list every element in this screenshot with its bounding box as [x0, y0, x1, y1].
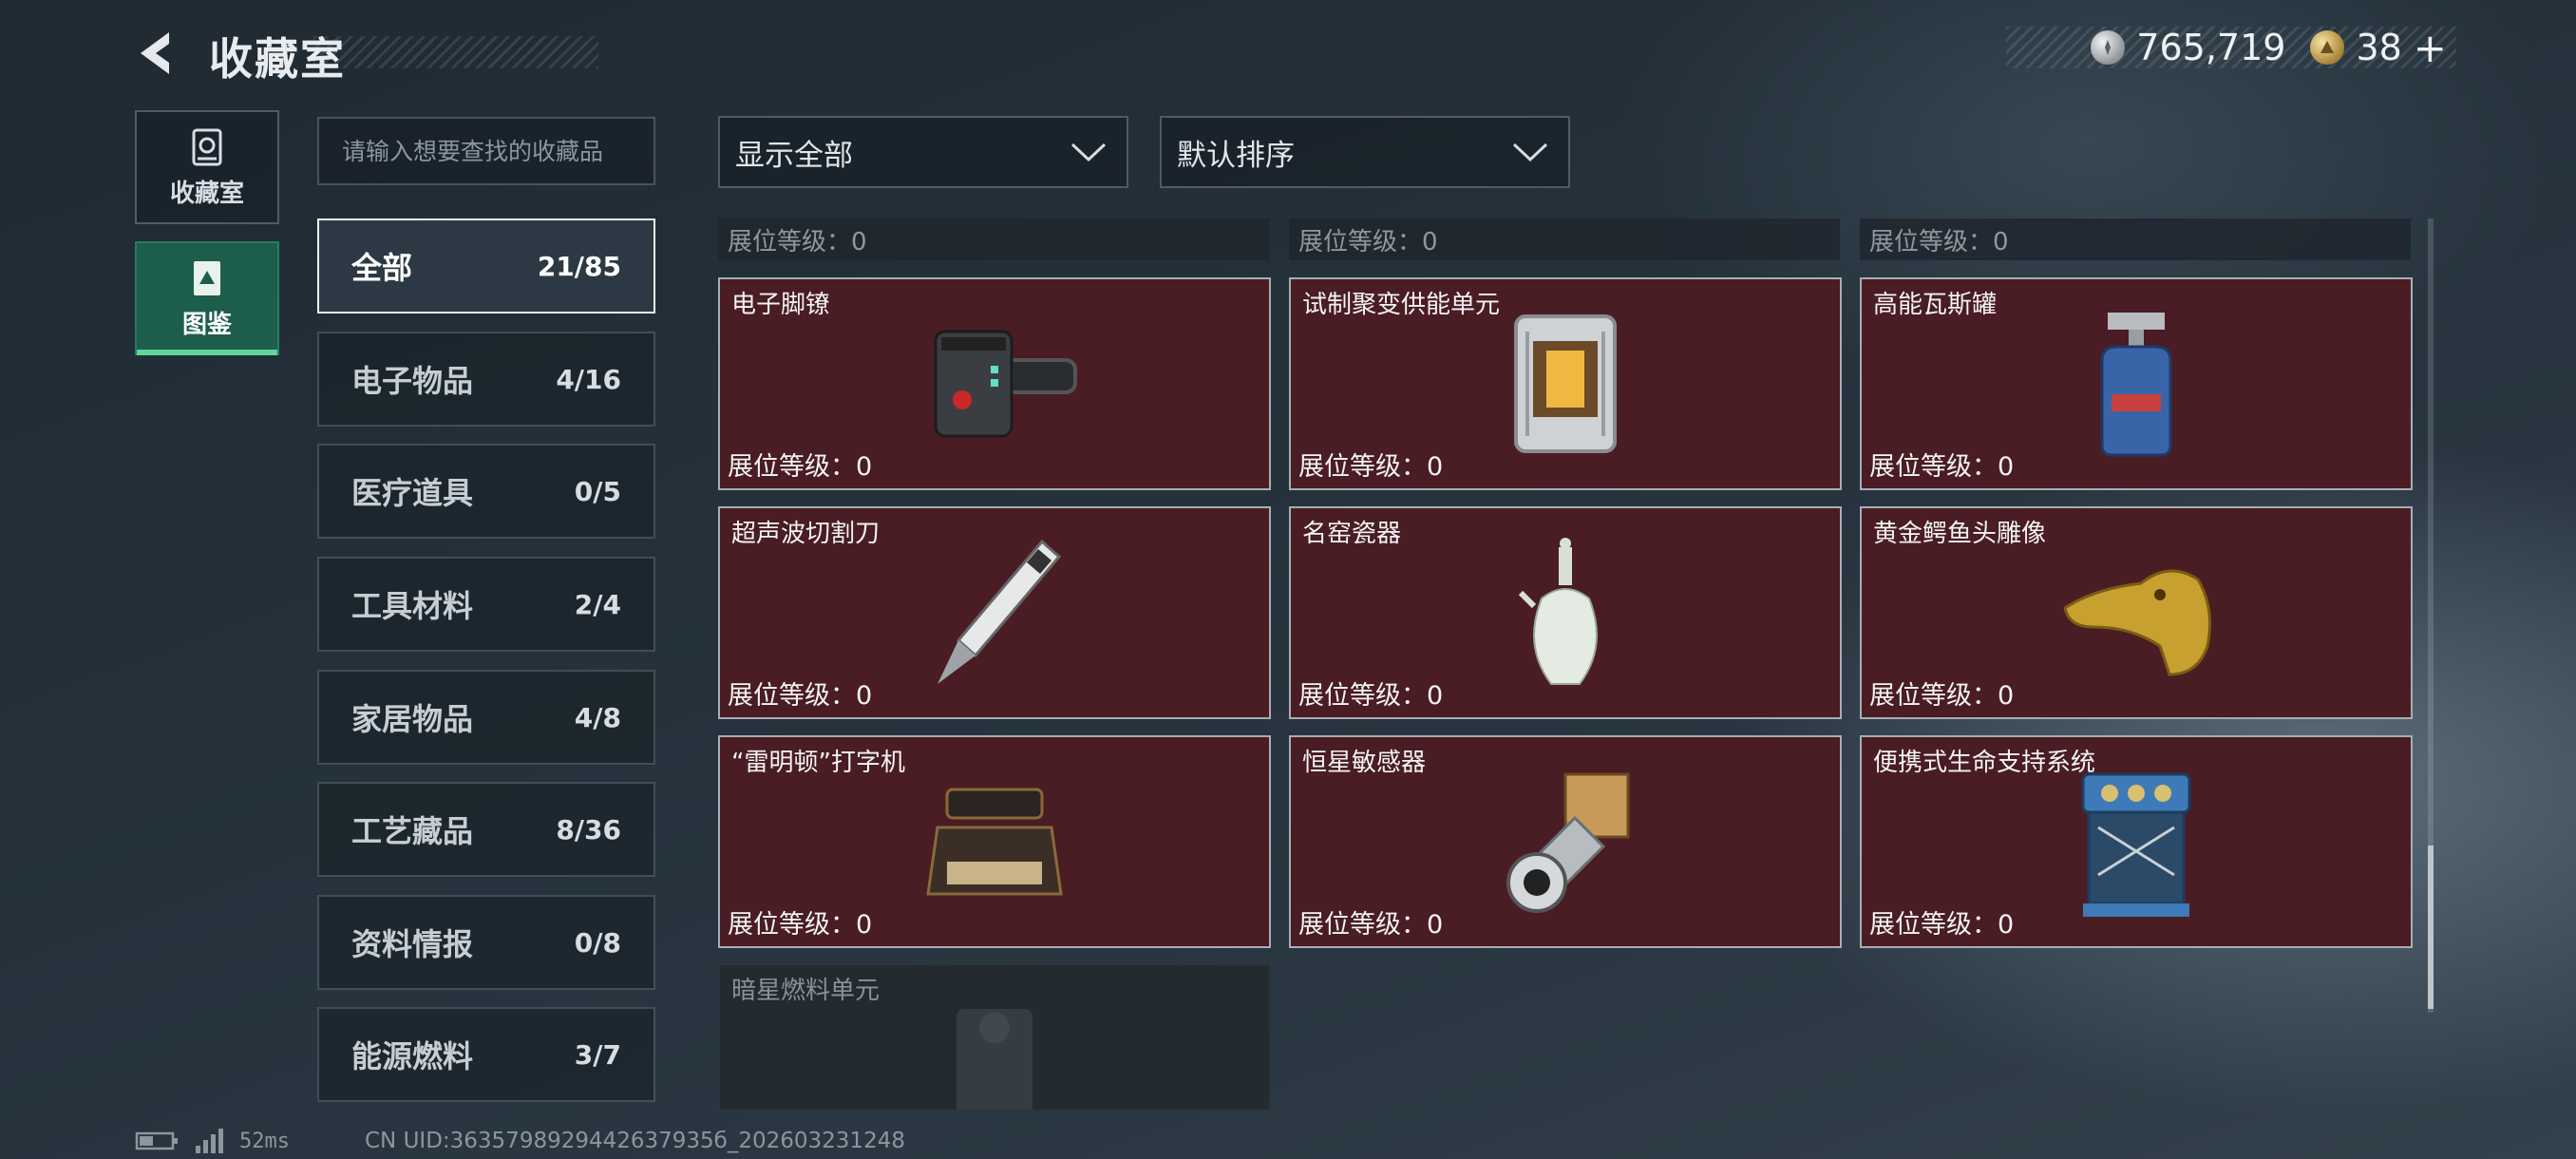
porcelain-vase-icon [1518, 538, 1598, 685]
category-name: 医疗道具 [351, 475, 474, 511]
filter-dropdown-value: 显示全部 [735, 138, 853, 173]
ping-value: 52ms [239, 1129, 290, 1153]
card-level: 展位等级：0 [1869, 910, 2015, 940]
sort-dropdown[interactable]: 默认排序 [1160, 116, 1570, 188]
star-sensor-icon [1506, 772, 1630, 913]
battery-icon [135, 1131, 178, 1150]
category-fuel[interactable]: 能源燃料 3/7 [317, 1007, 655, 1102]
category-count: 0/8 [574, 926, 621, 959]
add-currency-button[interactable]: + [2414, 25, 2447, 71]
card-level: 展位等级：0 [728, 681, 873, 711]
electronic-anklet-icon [934, 330, 1077, 438]
nav-gallery-active-indicator [137, 350, 277, 355]
category-count: 21/85 [537, 250, 621, 282]
collection-card[interactable]: 超声波切割刀 展位等级：0 [718, 506, 1271, 719]
category-name: 能源燃料 [351, 1038, 474, 1074]
status-bar: 52ms [135, 1129, 290, 1153]
card-level: 展位等级：0 [1869, 452, 2015, 482]
category-count: 8/36 [556, 813, 621, 846]
category-household[interactable]: 家居物品 4/8 [317, 670, 655, 765]
signal-icon [196, 1129, 223, 1153]
golden-crocodile-icon [2063, 569, 2211, 676]
nav-collection-room-label: 收藏室 [169, 179, 244, 208]
page-title: 收藏室 [209, 33, 346, 85]
filter-dropdown[interactable]: 显示全部 [718, 116, 1128, 188]
nav-gallery-label: 图鉴 [181, 310, 232, 339]
collection-card[interactable]: 高能瓦斯罐 展位等级：0 [1860, 277, 2413, 490]
collection-card[interactable]: 便携式生命支持系统 展位等级：0 [1860, 735, 2413, 948]
silver-coin-amount: 765,719 [2136, 27, 2286, 68]
card-name: 试制聚变供能单元 [1302, 291, 1501, 319]
category-name: 家居物品 [351, 701, 474, 737]
card-name: 恒星敏感器 [1302, 749, 1427, 777]
collection-card-locked[interactable]: 暗星燃料单元 [718, 963, 1271, 1112]
card-level: 展位等级：0 [1869, 227, 2009, 256]
collection-room-icon [192, 128, 222, 165]
gold-coin-icon [2310, 30, 2345, 65]
card-level: 展位等级：0 [1298, 452, 1444, 482]
silver-coin-icon [2091, 30, 2126, 65]
category-count: 0/5 [574, 475, 621, 507]
card-name: 暗星燃料单元 [731, 977, 881, 1005]
partial-card[interactable]: 展位等级：0 [718, 218, 1269, 260]
card-level: 展位等级：0 [728, 227, 867, 256]
collection-card[interactable]: 黄金鳄鱼头雕像 展位等级：0 [1860, 506, 2413, 719]
card-name: 名窑瓷器 [1302, 520, 1402, 548]
title-decoration [313, 36, 598, 68]
category-intel[interactable]: 资料情报 0/8 [317, 895, 655, 990]
chevron-down-icon [1512, 142, 1548, 162]
card-name: 电子脚镣 [731, 291, 831, 319]
collection-card[interactable]: 名窑瓷器 展位等级：0 [1289, 506, 1842, 719]
category-name: 资料情报 [351, 926, 474, 962]
sort-dropdown-value: 默认排序 [1177, 138, 1295, 173]
card-name: 高能瓦斯罐 [1873, 291, 1998, 319]
dark-star-fuel-icon [957, 1009, 1032, 1110]
category-name: 工艺藏品 [351, 813, 474, 849]
category-name: 工具材料 [351, 588, 474, 624]
card-level: 展位等级：0 [1298, 910, 1444, 940]
collection-card[interactable]: 恒星敏感器 展位等级：0 [1289, 735, 1842, 948]
category-all[interactable]: 全部 21/85 [317, 218, 655, 314]
card-level: 展位等级：0 [1869, 681, 2015, 711]
user-uid: CN UID:3635798929442637935б_202603231248 [365, 1129, 905, 1153]
card-level: 展位等级：0 [728, 452, 873, 482]
nav-gallery[interactable]: 图鉴 [135, 241, 279, 355]
category-count: 2/4 [574, 588, 621, 620]
gold-coin-amount: 38 [2356, 27, 2402, 68]
life-support-icon [2081, 772, 2191, 917]
chevron-down-icon [1070, 142, 1107, 162]
card-name: “雷明顿”打字机 [731, 749, 905, 777]
gallery-book-icon [194, 260, 220, 295]
category-name: 全部 [351, 250, 413, 286]
currency-bar: 765,719 38 + [2006, 25, 2456, 71]
ultrasonic-knife-icon [938, 539, 1062, 684]
category-count: 4/8 [574, 701, 621, 733]
partial-card[interactable]: 展位等级：0 [1860, 218, 2411, 260]
back-button[interactable] [133, 28, 182, 78]
collection-card[interactable]: “雷明顿”打字机 展位等级：0 [718, 735, 1271, 948]
card-name: 超声波切割刀 [731, 520, 881, 548]
gas-canister-icon [2100, 313, 2172, 457]
category-name: 电子物品 [351, 363, 474, 399]
nav-collection-room[interactable]: 收藏室 [135, 110, 279, 224]
search-input[interactable] [317, 117, 655, 185]
card-level: 展位等级：0 [1298, 681, 1444, 711]
back-arrow-icon [141, 32, 169, 74]
category-medical[interactable]: 医疗道具 0/5 [317, 444, 655, 539]
card-level: 展位等级：0 [1298, 227, 1438, 256]
category-tools[interactable]: 工具材料 2/4 [317, 557, 655, 652]
category-count: 3/7 [574, 1038, 621, 1071]
collection-card[interactable]: 电子脚镣 展位等级：0 [718, 277, 1271, 490]
category-electronics[interactable]: 电子物品 4/16 [317, 332, 655, 427]
typewriter-icon [926, 788, 1063, 896]
fusion-power-unit-icon [1514, 314, 1617, 453]
card-level: 展位等级：0 [728, 910, 873, 940]
scrollbar-thumb[interactable] [2428, 846, 2434, 1009]
collection-card[interactable]: 试制聚变供能单元 展位等级：0 [1289, 277, 1842, 490]
category-count: 4/16 [556, 363, 621, 395]
partial-card[interactable]: 展位等级：0 [1289, 218, 1840, 260]
category-crafts[interactable]: 工艺藏品 8/36 [317, 782, 655, 877]
card-name: 黄金鳄鱼头雕像 [1873, 520, 2047, 548]
